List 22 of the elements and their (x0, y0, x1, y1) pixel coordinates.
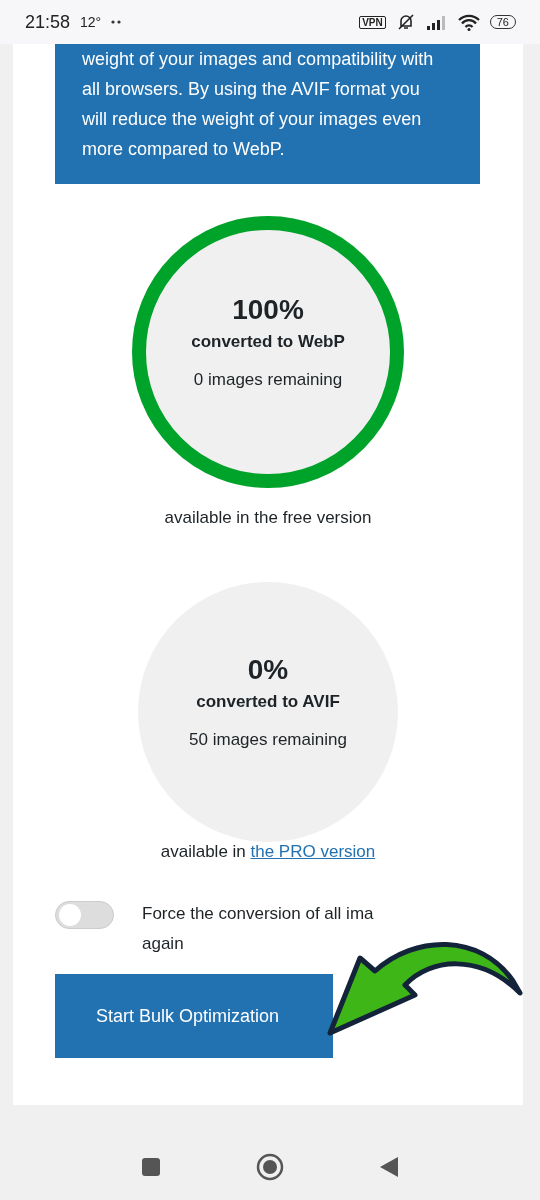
availability-text: available in the PRO version (160, 842, 376, 862)
square-nav-icon[interactable] (141, 1157, 161, 1177)
wifi-icon (457, 13, 480, 31)
info-panel: weight of your images and compatibility with all browsers. By using the AVIF format you will reduce the weight of your images even more compared to WebP. (55, 44, 480, 184)
home-nav-icon[interactable] (256, 1153, 284, 1181)
temperature-text: 12° (80, 14, 102, 30)
availability-text: available in the free version (164, 508, 372, 528)
signal-icon (425, 14, 448, 30)
remaining-text: 50 images remaining (189, 730, 347, 750)
pro-version-link[interactable]: the PRO version (250, 842, 376, 861)
back-nav-icon[interactable] (379, 1156, 399, 1178)
toggle-label: Force the conversion of all ima again (142, 903, 374, 955)
clock-text: 21:58 (25, 11, 71, 33)
vpn-badge: VPN (359, 15, 386, 29)
remaining-text: 0 images remaining (193, 370, 343, 390)
meter-label: converted to AVIF (196, 692, 340, 712)
percent-text: 100% (232, 294, 304, 326)
meter-label: converted to WebP (191, 332, 345, 352)
dots-icon (111, 20, 122, 24)
toggle-switch[interactable] (55, 901, 114, 929)
start-button[interactable]: Start Bulk Optimization (55, 974, 333, 1058)
percent-text: 0% (247, 654, 289, 686)
